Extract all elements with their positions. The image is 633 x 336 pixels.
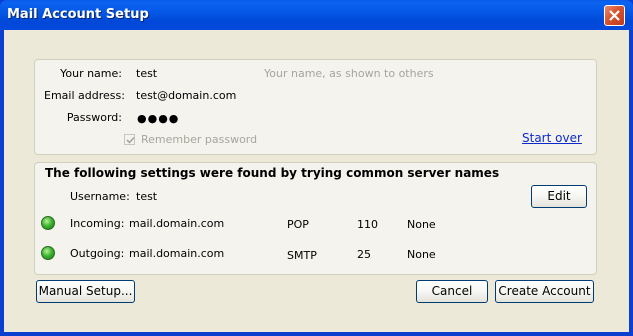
- password-field[interactable]: ●●●●: [137, 112, 179, 125]
- dialog-body: Your name: test Your name, as shown to o…: [4, 30, 629, 332]
- settings-heading: The following settings were found by try…: [45, 166, 500, 180]
- remember-password-label: Remember password: [141, 133, 258, 146]
- edit-button[interactable]: Edit: [531, 185, 587, 208]
- password-label: Password:: [66, 111, 122, 124]
- outgoing-status-icon: [41, 246, 55, 260]
- incoming-security: None: [407, 218, 436, 231]
- your-name-field[interactable]: test: [136, 67, 157, 80]
- outgoing-port: 25: [357, 248, 371, 261]
- manual-setup-button[interactable]: Manual Setup...: [36, 280, 135, 303]
- username-value: test: [136, 190, 158, 203]
- incoming-host: mail.domain.com: [129, 217, 225, 230]
- title-bar[interactable]: Mail Account Setup: [0, 0, 633, 30]
- close-icon: [609, 10, 620, 21]
- outgoing-security: None: [407, 248, 436, 261]
- incoming-label: Incoming:: [70, 217, 125, 230]
- email-label: Email address:: [44, 89, 125, 102]
- window-title: Mail Account Setup: [7, 7, 149, 22]
- close-button[interactable]: [604, 5, 625, 26]
- cancel-button[interactable]: Cancel: [416, 280, 488, 303]
- your-name-label: Your name:: [44, 67, 122, 80]
- mail-account-setup-window: Mail Account Setup Your name: test Your …: [0, 0, 633, 336]
- outgoing-label: Outgoing:: [70, 247, 125, 260]
- email-field[interactable]: test@domain.com: [136, 89, 236, 102]
- your-name-hint: Your name, as shown to others: [264, 67, 434, 80]
- your-name-label-text: Your name:: [60, 67, 122, 80]
- start-over-link[interactable]: Start over: [522, 131, 582, 145]
- incoming-protocol: POP: [287, 218, 309, 231]
- outgoing-host: mail.domain.com: [129, 247, 225, 260]
- outgoing-protocol: SMTP: [287, 249, 317, 262]
- checkmark-icon: [126, 136, 135, 144]
- username-label: Username:: [70, 190, 130, 203]
- incoming-status-icon: [41, 216, 55, 230]
- remember-password-checkbox[interactable]: [124, 134, 135, 145]
- incoming-port: 110: [357, 218, 378, 231]
- create-account-button[interactable]: Create Account: [495, 280, 594, 303]
